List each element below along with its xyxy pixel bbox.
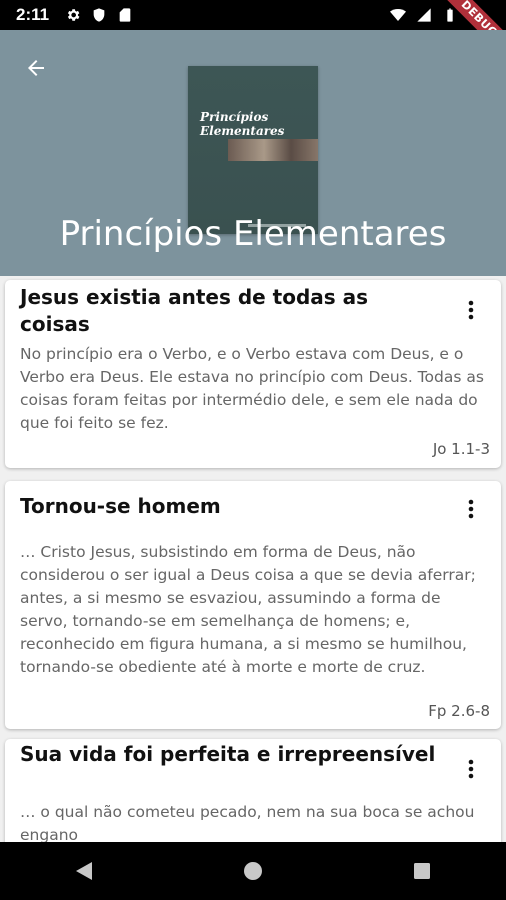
cover-title: Princípios Elementares (200, 110, 284, 138)
sd-card-icon (119, 8, 131, 22)
card-title: Sua vida foi perfeita e irrepreensível (20, 742, 436, 766)
verse-card[interactable]: Jesus existia antes de todas as coisas N… (5, 280, 501, 468)
nav-back-icon (76, 862, 93, 880)
status-bar: 2:11 DEBUG (0, 0, 506, 65)
card-menu-button[interactable] (459, 298, 483, 322)
system-nav-bar (0, 842, 506, 900)
page-title: Princípios Elementares (59, 214, 447, 254)
card-menu-button[interactable] (459, 757, 483, 781)
cover-title-line2: Elementares (200, 124, 285, 138)
status-right-icons (390, 7, 458, 23)
card-title: Tornou-se homem (20, 494, 221, 518)
nav-back-button[interactable] (64, 851, 104, 891)
battery-icon (447, 8, 453, 22)
more-vert-icon (468, 499, 474, 519)
card-text: … Cristo Jesus, subsistindo em forma de … (20, 543, 476, 676)
status-left-icons (65, 7, 133, 23)
settings-icon (68, 9, 80, 21)
nav-recents-icon (413, 863, 430, 879)
verse-card[interactable]: Tornou-se homem … Cristo Jesus, subsisti… (5, 481, 501, 729)
arrow-back-icon (28, 60, 44, 76)
card-text: No princípio era o Verbo, e o Verbo esta… (20, 345, 484, 432)
shield-icon (93, 8, 105, 22)
cover-title-line1: Princípios (200, 110, 269, 124)
more-vert-icon (468, 300, 474, 320)
status-time: 2:11 (16, 5, 50, 24)
wifi-icon (390, 9, 406, 21)
card-text: … o qual não cometeu pecado, nem na sua … (20, 803, 475, 844)
card-menu-button[interactable] (459, 497, 483, 521)
nav-recents-button[interactable] (402, 851, 442, 891)
card-title: Jesus existia antes de todas as coisas (20, 285, 369, 336)
verse-card[interactable]: Sua vida foi perfeita e irrepreensível …… (5, 739, 501, 859)
book-header: Princípios Elementares Princípios Elemen… (0, 30, 506, 276)
back-button[interactable] (18, 50, 54, 86)
signal-icon (417, 8, 431, 22)
book-cover: Princípios Elementares (188, 66, 318, 234)
cover-photo (228, 139, 318, 161)
nav-home-icon (243, 862, 262, 880)
card-reference: Jo 1.1-3 (432, 440, 490, 458)
card-reference: Fp 2.6-8 (428, 702, 490, 720)
more-vert-icon (468, 759, 474, 779)
nav-home-button[interactable] (233, 851, 273, 891)
